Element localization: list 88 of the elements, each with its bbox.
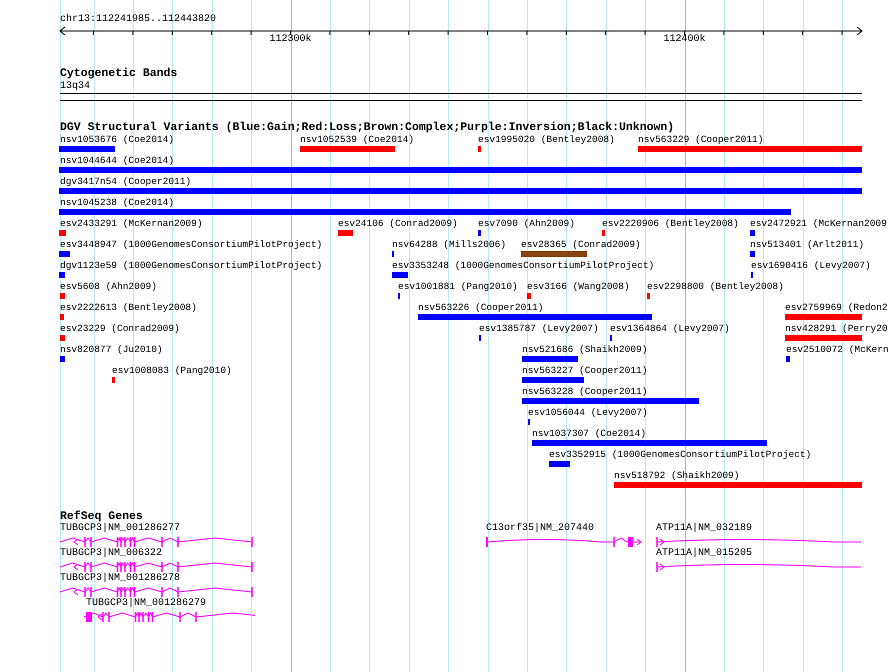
- variant-label: esv2298800 (Bentley2008): [647, 282, 784, 292]
- variant-label: nsv563228 (Cooper2011): [522, 387, 648, 397]
- variant-bar[interactable]: [786, 356, 790, 362]
- variant-label: esv28365 (Conrad2009): [521, 240, 641, 250]
- gene-label: ATP11A|NM_015205: [656, 548, 752, 559]
- variant-bar[interactable]: [614, 482, 862, 488]
- variant-bar[interactable]: [522, 398, 699, 404]
- variant-bar[interactable]: [59, 188, 862, 194]
- variant-bar[interactable]: [750, 251, 755, 257]
- variant-label: esv2472921 (McKernan2009: [750, 219, 887, 229]
- variant-label: nsv513401 (Arlt2011): [750, 240, 864, 250]
- variant-label: dgv1123e59 (1000GenomesConsortiumPilotProject): [60, 261, 322, 271]
- variant-label: esv7090 (Ahn2009): [478, 219, 575, 229]
- variant-label: nsv518792 (Shaikh2009): [614, 471, 740, 481]
- variant-bar[interactable]: [522, 377, 584, 383]
- variant-bar[interactable]: [59, 251, 70, 257]
- variant-bar[interactable]: [59, 209, 791, 215]
- variant-label: nsv563226 (Cooper2011): [418, 303, 544, 313]
- variant-label: esv1385787 (Levy2007): [479, 324, 599, 334]
- variant-label: esv23229 (Conrad2009): [60, 324, 180, 334]
- band-label: 13q34: [60, 81, 90, 92]
- variant-label: nsv1045238 (Coe2014): [60, 198, 174, 208]
- variant-bar[interactable]: [60, 356, 65, 362]
- variant-bar[interactable]: [638, 146, 862, 152]
- ruler-tick-label: 112300k: [270, 34, 312, 46]
- variant-label: esv1008083 (Pang2010): [112, 366, 232, 376]
- variant-label: esv1690416 (Levy2007): [751, 261, 871, 271]
- variant-label: esv5608 (Ahn2009): [60, 282, 157, 292]
- variant-label: nsv1044644 (Coe2014): [60, 156, 174, 166]
- variant-bar[interactable]: [418, 314, 652, 320]
- variant-bar[interactable]: [392, 272, 408, 278]
- track-title: Cytogenetic Bands: [60, 67, 178, 80]
- chromosome-location: chr13:112241985..112443820: [60, 14, 216, 26]
- variant-label: esv2220906 (Bentley2008): [602, 219, 739, 229]
- variant-label: esv24106 (Conrad2009): [338, 219, 458, 229]
- variant-label: nsv1052539 (Coe2014): [300, 135, 414, 145]
- variant-label: esv2222613 (Bentley2008): [60, 303, 197, 313]
- variant-bar[interactable]: [59, 167, 862, 173]
- variant-bar[interactable]: [112, 377, 115, 383]
- variant-bar[interactable]: [300, 146, 395, 152]
- variant-bar[interactable]: [59, 146, 115, 152]
- variant-bar[interactable]: [60, 314, 64, 320]
- variant-label: esv3166 (Wang2008): [527, 282, 630, 292]
- variant-label: esv2433291 (McKernan2009): [60, 219, 203, 229]
- variant-label: esv1995020 (Bentley2008): [478, 135, 615, 145]
- variant-label: esv3353248 (1000GenomesConsortiumPilotProject): [392, 261, 654, 271]
- variant-bar[interactable]: [478, 230, 481, 236]
- variant-label: dgv3417n54 (Cooper2011): [60, 177, 192, 187]
- variant-label: nsv820877 (Ju2010): [60, 345, 163, 355]
- variant-bar[interactable]: [522, 356, 578, 362]
- variant-bar[interactable]: [60, 293, 65, 299]
- variant-label: esv3352915 (1000GenomesConsortiumPilotProject): [549, 450, 812, 460]
- variant-bar[interactable]: [750, 230, 755, 236]
- variant-bar[interactable]: [602, 230, 605, 236]
- gene-label: TUBGCP3|NM_001286277: [60, 523, 180, 534]
- variant-bar[interactable]: [647, 293, 650, 299]
- variant-label: nsv1053676 (Coe2014): [60, 135, 174, 145]
- gene-label: TUBGCP3|NM_001286278: [60, 573, 180, 584]
- variant-label: nsv563229 (Cooper2011): [638, 135, 764, 145]
- variant-label: esv2510072 (McKern: [786, 345, 889, 355]
- variant-bar[interactable]: [478, 146, 481, 152]
- gene-label: ATP11A|NM_032189: [656, 523, 752, 534]
- gene-label: TUBGCP3|NM_001286279: [86, 598, 206, 609]
- variant-label: nsv563227 (Cooper2011): [522, 366, 648, 376]
- track-title: RefSeq Genes: [60, 510, 143, 523]
- variant-label: esv3448947 (1000GenomesConsortiumPilotProject): [60, 240, 322, 250]
- variant-label: nsv521686 (Shaikh2009): [522, 345, 648, 355]
- gene-label: TUBGCP3|NM_006322: [60, 548, 162, 559]
- gene-label: C13orf35|NM_207440: [486, 523, 594, 534]
- track-title: DGV Structural Variants (Blue:Gain;Red:Loss;Brown:Complex;Purple:Inversion;Black:Unknown): [60, 121, 674, 134]
- variant-bar[interactable]: [59, 272, 65, 278]
- variant-label: esv1364864 (Levy2007): [610, 324, 730, 334]
- variant-bar[interactable]: [59, 230, 66, 236]
- variant-bar[interactable]: [60, 335, 65, 341]
- variant-label: nsv428291 (Perry20: [785, 324, 888, 334]
- variant-bar[interactable]: [527, 293, 531, 299]
- variant-label: esv2759969 (Redon2: [785, 303, 888, 313]
- variant-bar[interactable]: [338, 230, 353, 236]
- variant-bar[interactable]: [549, 461, 570, 467]
- variant-label: esv1001881 (Pang2010): [398, 282, 518, 292]
- variant-label: nsv64288 (Mills2006): [392, 240, 506, 250]
- variant-bar[interactable]: [785, 335, 862, 341]
- ruler-tick-label: 112400k: [664, 34, 706, 46]
- variant-label: nsv1037307 (Coe2014): [532, 429, 646, 439]
- variant-bar[interactable]: [785, 314, 862, 320]
- variant-label: esv1056044 (Levy2007): [528, 408, 648, 418]
- variant-bar[interactable]: [532, 440, 767, 446]
- variant-bar[interactable]: [521, 251, 587, 257]
